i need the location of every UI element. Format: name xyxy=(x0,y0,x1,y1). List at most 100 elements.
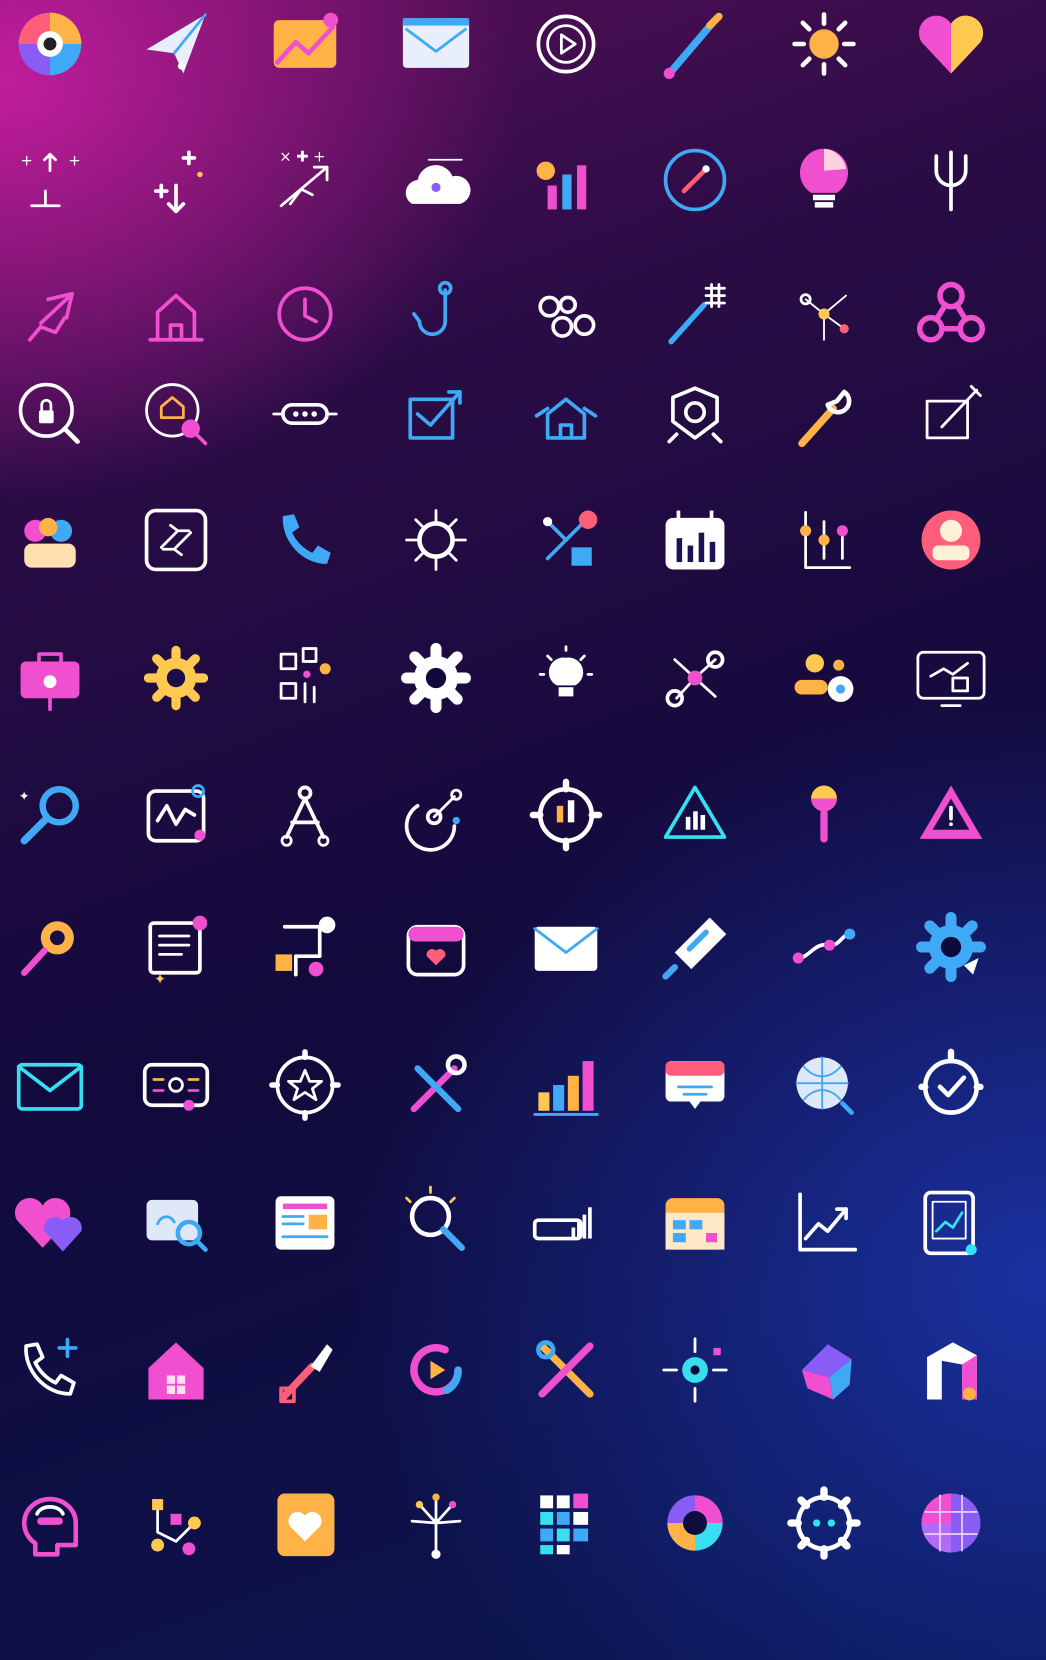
link-search-icon xyxy=(111,1152,241,1292)
route-icon xyxy=(759,877,889,1017)
wrench-hammer-icon-graphic xyxy=(798,389,852,448)
analytics-board-icon xyxy=(111,745,241,885)
settings-gear-icon-graphic xyxy=(916,912,986,982)
tools-cross-icon-graphic xyxy=(536,1340,594,1398)
search-icon-graphic xyxy=(405,1185,465,1251)
color-wheel-icon-graphic xyxy=(18,12,82,76)
monitor-chart-icon-graphic xyxy=(916,650,986,707)
brain-head-icon-graphic xyxy=(21,1496,79,1557)
magnifier-icon-graphic: ✦ xyxy=(19,786,79,845)
calendar-chart-icon xyxy=(630,470,760,610)
toggle-settings-icon xyxy=(759,608,889,748)
tools-cross-icon xyxy=(501,1300,631,1440)
paper-plane-icon-graphic xyxy=(146,13,207,74)
heart-icon-graphic xyxy=(918,15,984,74)
fireworks-icon-graphic xyxy=(410,1493,462,1559)
cube-shape-icon xyxy=(759,1300,889,1440)
play-gear-icon-graphic xyxy=(536,14,596,74)
gear-network-icon-graphic xyxy=(662,1337,728,1403)
lock-search-icon xyxy=(0,344,115,484)
grid-blocks-icon-graphic xyxy=(540,1493,589,1555)
gear-chart-icon xyxy=(501,745,631,885)
more-dots-icon-graphic xyxy=(272,402,338,426)
wrench-rocket-icon-graphic xyxy=(279,1344,333,1404)
image-chart-icon xyxy=(240,0,370,114)
bar-graph-icon-graphic xyxy=(533,1061,599,1116)
door-shape-icon-graphic xyxy=(927,1342,977,1401)
network-home-icon-graphic xyxy=(543,510,598,566)
team-people-icon-graphic xyxy=(24,517,76,568)
gear-icon xyxy=(111,608,241,748)
analytics-board-icon-graphic xyxy=(146,784,206,843)
gear-icon-graphic xyxy=(143,645,209,711)
check-box-icon-graphic xyxy=(408,390,462,440)
magnifier-icon: ✦ xyxy=(0,745,115,885)
calendar-icon xyxy=(630,1152,760,1292)
sun-icon xyxy=(759,0,889,114)
compass-tool-icon-graphic xyxy=(280,785,330,847)
idea-bulb-icon-graphic xyxy=(538,645,594,697)
bar-chart-icon-graphic xyxy=(536,161,587,210)
calendar-heart-icon xyxy=(371,877,501,1017)
search-home-icon xyxy=(111,344,241,484)
door-shape-icon xyxy=(886,1300,1016,1440)
cloud-user-icon-graphic xyxy=(405,158,471,204)
robot-gear-icon xyxy=(759,1453,889,1593)
house-icon-graphic xyxy=(148,1342,204,1400)
edit-square-icon-graphic xyxy=(925,385,982,440)
play-gear-icon xyxy=(501,0,631,114)
qr-code-icon-graphic xyxy=(279,647,331,704)
bar-graph-icon xyxy=(501,1015,631,1155)
transfer-frame-icon xyxy=(111,470,241,610)
diagonal-arrow-icon: × ✚ + xyxy=(240,110,370,250)
fork-icon-graphic xyxy=(934,150,968,212)
heart-card-icon-graphic xyxy=(277,1493,335,1557)
paper-plane-icon xyxy=(111,0,241,114)
svg-text:+: + xyxy=(68,152,80,169)
chat-window-icon xyxy=(630,1015,760,1155)
gem-sphere-icon xyxy=(886,1453,1016,1593)
phone-icon xyxy=(240,470,370,610)
newspaper-icon-graphic xyxy=(275,1196,335,1250)
avatar-badge-icon-graphic xyxy=(921,510,981,570)
toggle-settings-icon-graphic xyxy=(794,654,854,702)
svg-text:+: + xyxy=(21,152,33,169)
recycle-warning-icon xyxy=(886,745,1016,885)
diagonal-arrow-icon-graphic: × ✚ + xyxy=(279,149,329,208)
calendar-heart-icon-graphic xyxy=(406,924,466,977)
rocket-search-icon xyxy=(0,877,115,1017)
tablet-chart-icon xyxy=(886,1152,1016,1292)
gem-sphere-icon-graphic xyxy=(921,1493,981,1553)
mail-icon-graphic xyxy=(16,1062,84,1111)
molecule-icon xyxy=(371,470,501,610)
idea-bulb-icon xyxy=(501,608,631,748)
donut-gear-icon-graphic xyxy=(667,1495,723,1551)
qr-code-icon xyxy=(240,608,370,748)
settings-gear-icon xyxy=(886,877,1016,1017)
pin-drop-icon xyxy=(759,745,889,885)
plus-arrow-icon-graphic xyxy=(153,150,203,214)
hearts-icon xyxy=(0,1152,115,1292)
gear-network-icon xyxy=(630,1300,760,1440)
target-arrow-icon xyxy=(371,745,501,885)
process-flow-icon-graphic xyxy=(275,916,336,977)
calendar-icon-graphic xyxy=(665,1198,725,1250)
triangle-chart-icon-graphic xyxy=(663,785,727,839)
timer-check-icon-graphic xyxy=(918,1048,984,1115)
search-home-icon-graphic xyxy=(145,383,208,446)
phone-add-icon xyxy=(0,1300,115,1440)
heart-card-icon xyxy=(240,1453,370,1593)
envelope-icon xyxy=(501,877,631,1017)
share-gears-icon-graphic xyxy=(665,650,725,708)
hearts-icon-graphic xyxy=(14,1197,82,1252)
rocket-ticket-icon-graphic xyxy=(662,917,727,980)
transfer-frame-icon-graphic xyxy=(144,508,208,572)
brain-head-icon xyxy=(0,1453,115,1593)
phone-icon-graphic xyxy=(282,514,331,564)
network-home-icon xyxy=(501,470,631,610)
briefcase-icon xyxy=(0,608,115,748)
compass-icon-graphic xyxy=(663,148,727,212)
tools-icon xyxy=(371,1015,501,1155)
lightbulb-icon-graphic xyxy=(799,148,849,208)
image-chart-icon-graphic xyxy=(273,12,339,68)
